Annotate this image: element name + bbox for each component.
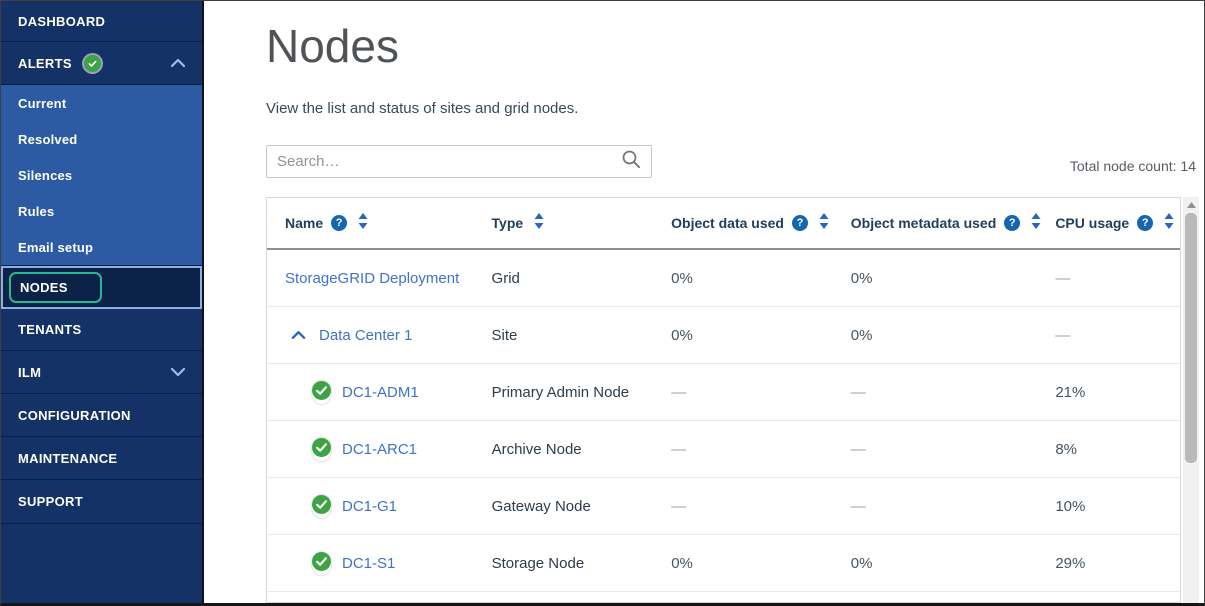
sort-icon[interactable] — [534, 213, 544, 234]
sidebar-item-silences[interactable]: Silences — [1, 157, 202, 193]
sidebar-item-maintenance[interactable]: MAINTENANCE — [1, 437, 202, 480]
storagegrid-app-window: DASHBOARD ALERTS Current Resolved Silenc… — [0, 0, 1205, 606]
cpu-usage-value: 21% — [1045, 384, 1180, 401]
table-row: DC1-ADM1 Primary Admin Node — — 21% — [267, 364, 1180, 421]
table-row: DC1-ARC1 Archive Node — — 8% — [267, 421, 1180, 478]
node-name-link[interactable]: DC1-G1 — [342, 498, 397, 515]
main-scrollbar — [1183, 197, 1199, 603]
chevron-up-icon — [170, 56, 186, 71]
table-header-row: Name ? Type Object data used ? — [267, 198, 1180, 250]
table-row: DC1-S1 Storage Node 0% 0% 29% — [267, 535, 1180, 592]
column-header-name: Name ? — [267, 213, 482, 234]
sidebar-item-current[interactable]: Current — [1, 85, 202, 121]
sidebar-item-dashboard[interactable]: DASHBOARD — [1, 1, 202, 42]
scrollbar-up-button[interactable] — [1183, 197, 1199, 213]
node-ok-check-icon — [312, 495, 331, 518]
sort-icon[interactable] — [1164, 213, 1174, 234]
object-data-used-value: 0% — [661, 327, 841, 344]
sidebar-item-label: SUPPORT — [18, 494, 83, 509]
object-metadata-used-value: 0% — [841, 555, 1046, 572]
sidebar-item-email-setup[interactable]: Email setup — [1, 229, 202, 265]
sidebar: DASHBOARD ALERTS Current Resolved Silenc… — [1, 1, 202, 603]
object-data-used-value: 0% — [661, 555, 841, 572]
search-box — [266, 145, 652, 178]
node-ok-check-icon — [312, 552, 331, 575]
object-metadata-used-value: — — [841, 384, 1046, 401]
cpu-usage-value: 29% — [1045, 555, 1180, 572]
node-type: Site — [482, 327, 662, 344]
sidebar-item-label: ILM — [18, 365, 41, 380]
object-metadata-used-value: — — [841, 441, 1046, 458]
table-row: Data Center 1 Site 0% 0% — — [267, 307, 1180, 364]
sidebar-item-label: CONFIGURATION — [18, 408, 131, 423]
sidebar-item-label: NODES — [20, 280, 68, 295]
scrollbar-thumb[interactable] — [1185, 213, 1197, 463]
nodes-focus-ring: NODES — [9, 272, 102, 303]
sidebar-item-nodes-selected[interactable]: NODES — [1, 266, 202, 309]
node-ok-check-icon — [312, 438, 331, 461]
node-type: Archive Node — [482, 441, 662, 458]
object-metadata-used-value: 0% — [841, 327, 1046, 344]
column-header-type: Type — [482, 213, 662, 234]
node-type: Gateway Node — [482, 498, 662, 515]
sort-icon[interactable] — [358, 213, 368, 234]
search-input[interactable] — [267, 146, 621, 177]
node-name-link[interactable]: StorageGRID Deployment — [285, 270, 459, 287]
node-name-link[interactable]: DC1-ARC1 — [342, 441, 417, 458]
sidebar-item-configuration[interactable]: CONFIGURATION — [1, 394, 202, 437]
page-title: Nodes — [266, 19, 399, 73]
page-subtitle: View the list and status of sites and gr… — [266, 100, 578, 117]
column-header-cpu-usage: CPU usage ? — [1045, 213, 1180, 234]
sort-icon[interactable] — [1031, 213, 1041, 234]
cpu-usage-value: 8% — [1045, 441, 1180, 458]
total-node-count: Total node count: 14 — [1070, 158, 1196, 174]
sidebar-item-rules[interactable]: Rules — [1, 193, 202, 229]
node-name-link[interactable]: DC1-S1 — [342, 555, 395, 572]
object-data-used-value: 0% — [661, 270, 841, 287]
table-row: StorageGRID Deployment Grid 0% 0% — — [267, 250, 1180, 307]
column-header-object-data-used: Object data used ? — [661, 213, 841, 234]
sidebar-item-ilm[interactable]: ILM — [1, 351, 202, 394]
object-data-used-value: — — [661, 441, 841, 458]
sidebar-item-resolved[interactable]: Resolved — [1, 121, 202, 157]
sort-icon[interactable] — [819, 213, 829, 234]
help-icon[interactable]: ? — [1137, 215, 1153, 231]
sidebar-item-support[interactable]: SUPPORT — [1, 480, 202, 524]
node-type: Grid — [482, 270, 662, 287]
column-header-object-metadata-used: Object metadata used ? — [841, 213, 1046, 234]
main-content: Nodes View the list and status of sites … — [202, 1, 1204, 603]
table-row: DC1-G1 Gateway Node — — 10% — [267, 478, 1180, 535]
sidebar-item-tenants[interactable]: TENANTS — [1, 309, 202, 351]
object-data-used-value: — — [661, 498, 841, 515]
sidebar-filler — [1, 524, 202, 606]
object-metadata-used-value: — — [841, 498, 1046, 515]
node-type: Primary Admin Node — [482, 384, 662, 401]
alerts-ok-status-icon — [84, 55, 101, 72]
help-icon[interactable]: ? — [792, 215, 808, 231]
cpu-usage-value: — — [1045, 270, 1180, 287]
sidebar-item-label: MAINTENANCE — [18, 451, 117, 466]
node-name-link[interactable]: Data Center 1 — [319, 327, 412, 344]
sidebar-item-label: DASHBOARD — [18, 14, 105, 29]
cpu-usage-value: 10% — [1045, 498, 1180, 515]
nodes-table: Name ? Type Object data used ? — [266, 197, 1181, 603]
sidebar-item-alerts[interactable]: ALERTS — [1, 42, 202, 85]
collapse-chevron-up-icon[interactable] — [291, 327, 306, 344]
object-data-used-value: — — [661, 384, 841, 401]
node-ok-check-icon — [312, 381, 331, 404]
help-icon[interactable]: ? — [331, 215, 347, 231]
cpu-usage-value: — — [1045, 327, 1180, 344]
node-type: Storage Node — [482, 555, 662, 572]
sidebar-item-label: ALERTS — [18, 56, 72, 71]
help-icon[interactable]: ? — [1004, 215, 1020, 231]
sidebar-item-label: TENANTS — [18, 322, 82, 337]
object-metadata-used-value: 0% — [841, 270, 1046, 287]
chevron-down-icon — [170, 365, 186, 380]
node-name-link[interactable]: DC1-ADM1 — [342, 384, 419, 401]
search-icon[interactable] — [621, 149, 641, 174]
alerts-submenu: Current Resolved Silences Rules Email se… — [1, 85, 202, 266]
